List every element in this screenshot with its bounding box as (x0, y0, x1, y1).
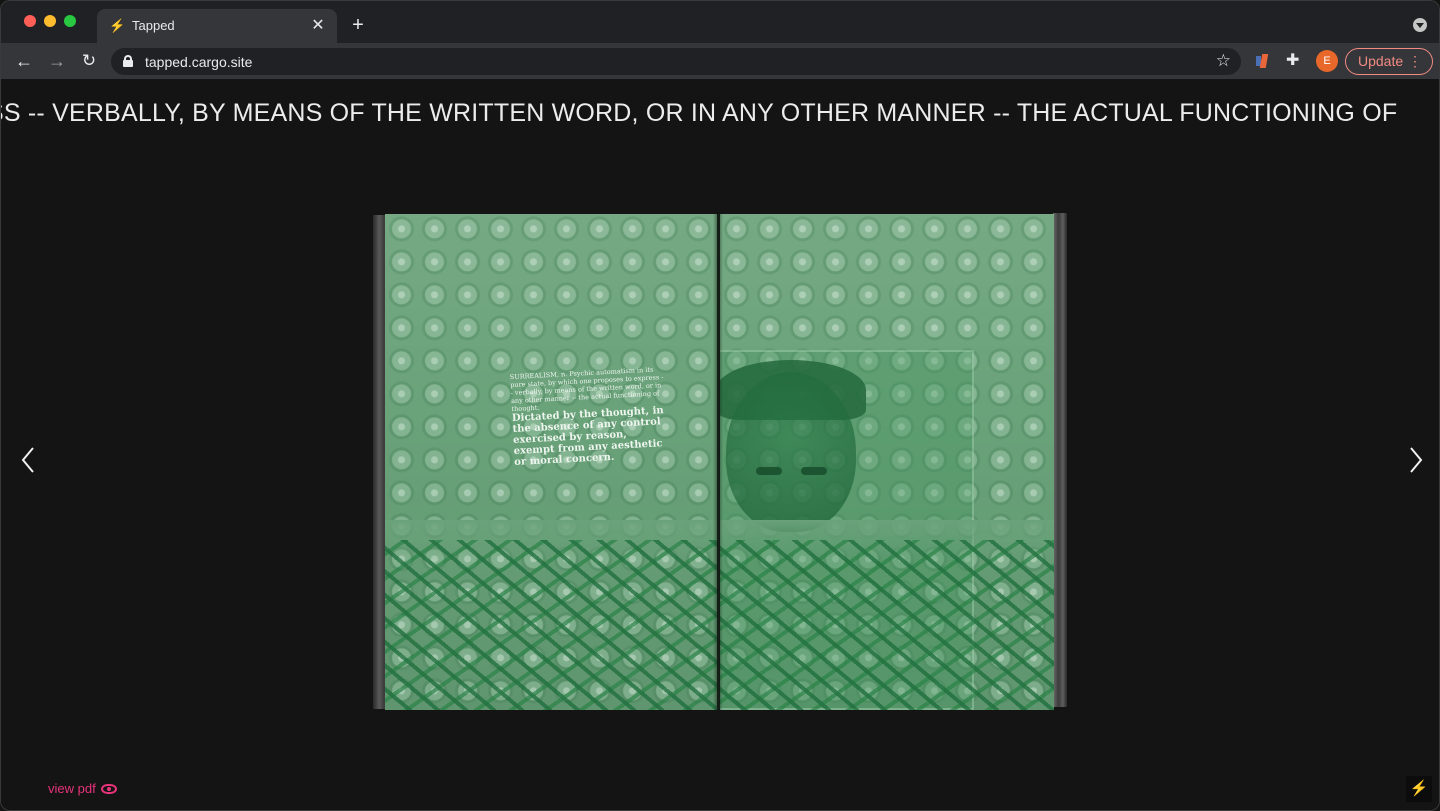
chevron-left-icon (21, 447, 34, 473)
update-label: Update (1358, 53, 1404, 69)
address-bar[interactable]: tapped.cargo.site ☆ (111, 48, 1241, 75)
net-mesh-texture (385, 540, 717, 710)
net-mesh-texture-right (720, 540, 1054, 710)
url-text[interactable]: tapped.cargo.site (145, 54, 252, 70)
view-pdf-label: view pdf (48, 781, 96, 796)
back-button[interactable]: ← (12, 49, 36, 73)
lightning-bolt-icon: ⚡ (109, 18, 126, 33)
profile-avatar[interactable]: E (1316, 50, 1338, 72)
chevron-right-icon (1410, 447, 1423, 473)
close-window-button[interactable] (24, 15, 36, 27)
browser-toolbar: ← → ↻ tapped.cargo.site ☆ ✚ E Update ⋮ (1, 43, 1439, 79)
browser-window: ⚡ Tapped ✕ + ← → ↻ tapped.cargo.site ☆ ✚… (0, 0, 1440, 811)
surrealism-definition-text: SURREALISM, n. Psychic automatism in its… (510, 365, 670, 468)
maximize-window-button[interactable] (64, 15, 76, 27)
bookmark-star-icon[interactable]: ☆ (1216, 51, 1231, 71)
tab-strip: ⚡ Tapped ✕ + (1, 1, 1439, 43)
update-button[interactable]: Update ⋮ (1345, 48, 1433, 75)
caption-big: Dictated by the thought, in the absence … (511, 405, 664, 468)
book-gutter (713, 214, 723, 710)
tab-search-icon[interactable] (1413, 18, 1427, 32)
cargo-lightning-icon[interactable]: ⚡ (1406, 776, 1432, 802)
kebab-menu-icon[interactable]: ⋮ (1408, 49, 1422, 74)
new-tab-button[interactable]: + (347, 14, 369, 36)
scrolling-marquee-text: SS -- VERBALLY, BY MEANS OF THE WRITTEN … (1, 99, 1398, 127)
reload-button[interactable]: ↻ (77, 49, 101, 73)
tab-tapped[interactable]: ⚡ Tapped ✕ (97, 9, 337, 43)
next-arrow-button[interactable] (1404, 445, 1426, 475)
book-page-right (720, 214, 1054, 710)
book-edge-right (1053, 213, 1067, 707)
extensions-puzzle-icon[interactable]: ✚ (1286, 51, 1299, 71)
eye-icon (100, 784, 117, 794)
view-pdf-link[interactable]: view pdf (48, 781, 117, 797)
previous-arrow-button[interactable] (18, 445, 40, 475)
book-page-left: SURREALISM, n. Psychic automatism in its… (385, 214, 717, 710)
tab-title: Tapped (132, 18, 175, 33)
lock-icon[interactable] (123, 55, 133, 67)
book-spread-image: SURREALISM, n. Psychic automatism in its… (373, 211, 1067, 713)
close-tab-icon[interactable]: ✕ (309, 17, 327, 35)
page-content: SS -- VERBALLY, BY MEANS OF THE WRITTEN … (1, 79, 1439, 810)
minimize-window-button[interactable] (44, 15, 56, 27)
extension-icon[interactable] (1256, 54, 1270, 68)
forward-button[interactable]: → (45, 49, 69, 73)
